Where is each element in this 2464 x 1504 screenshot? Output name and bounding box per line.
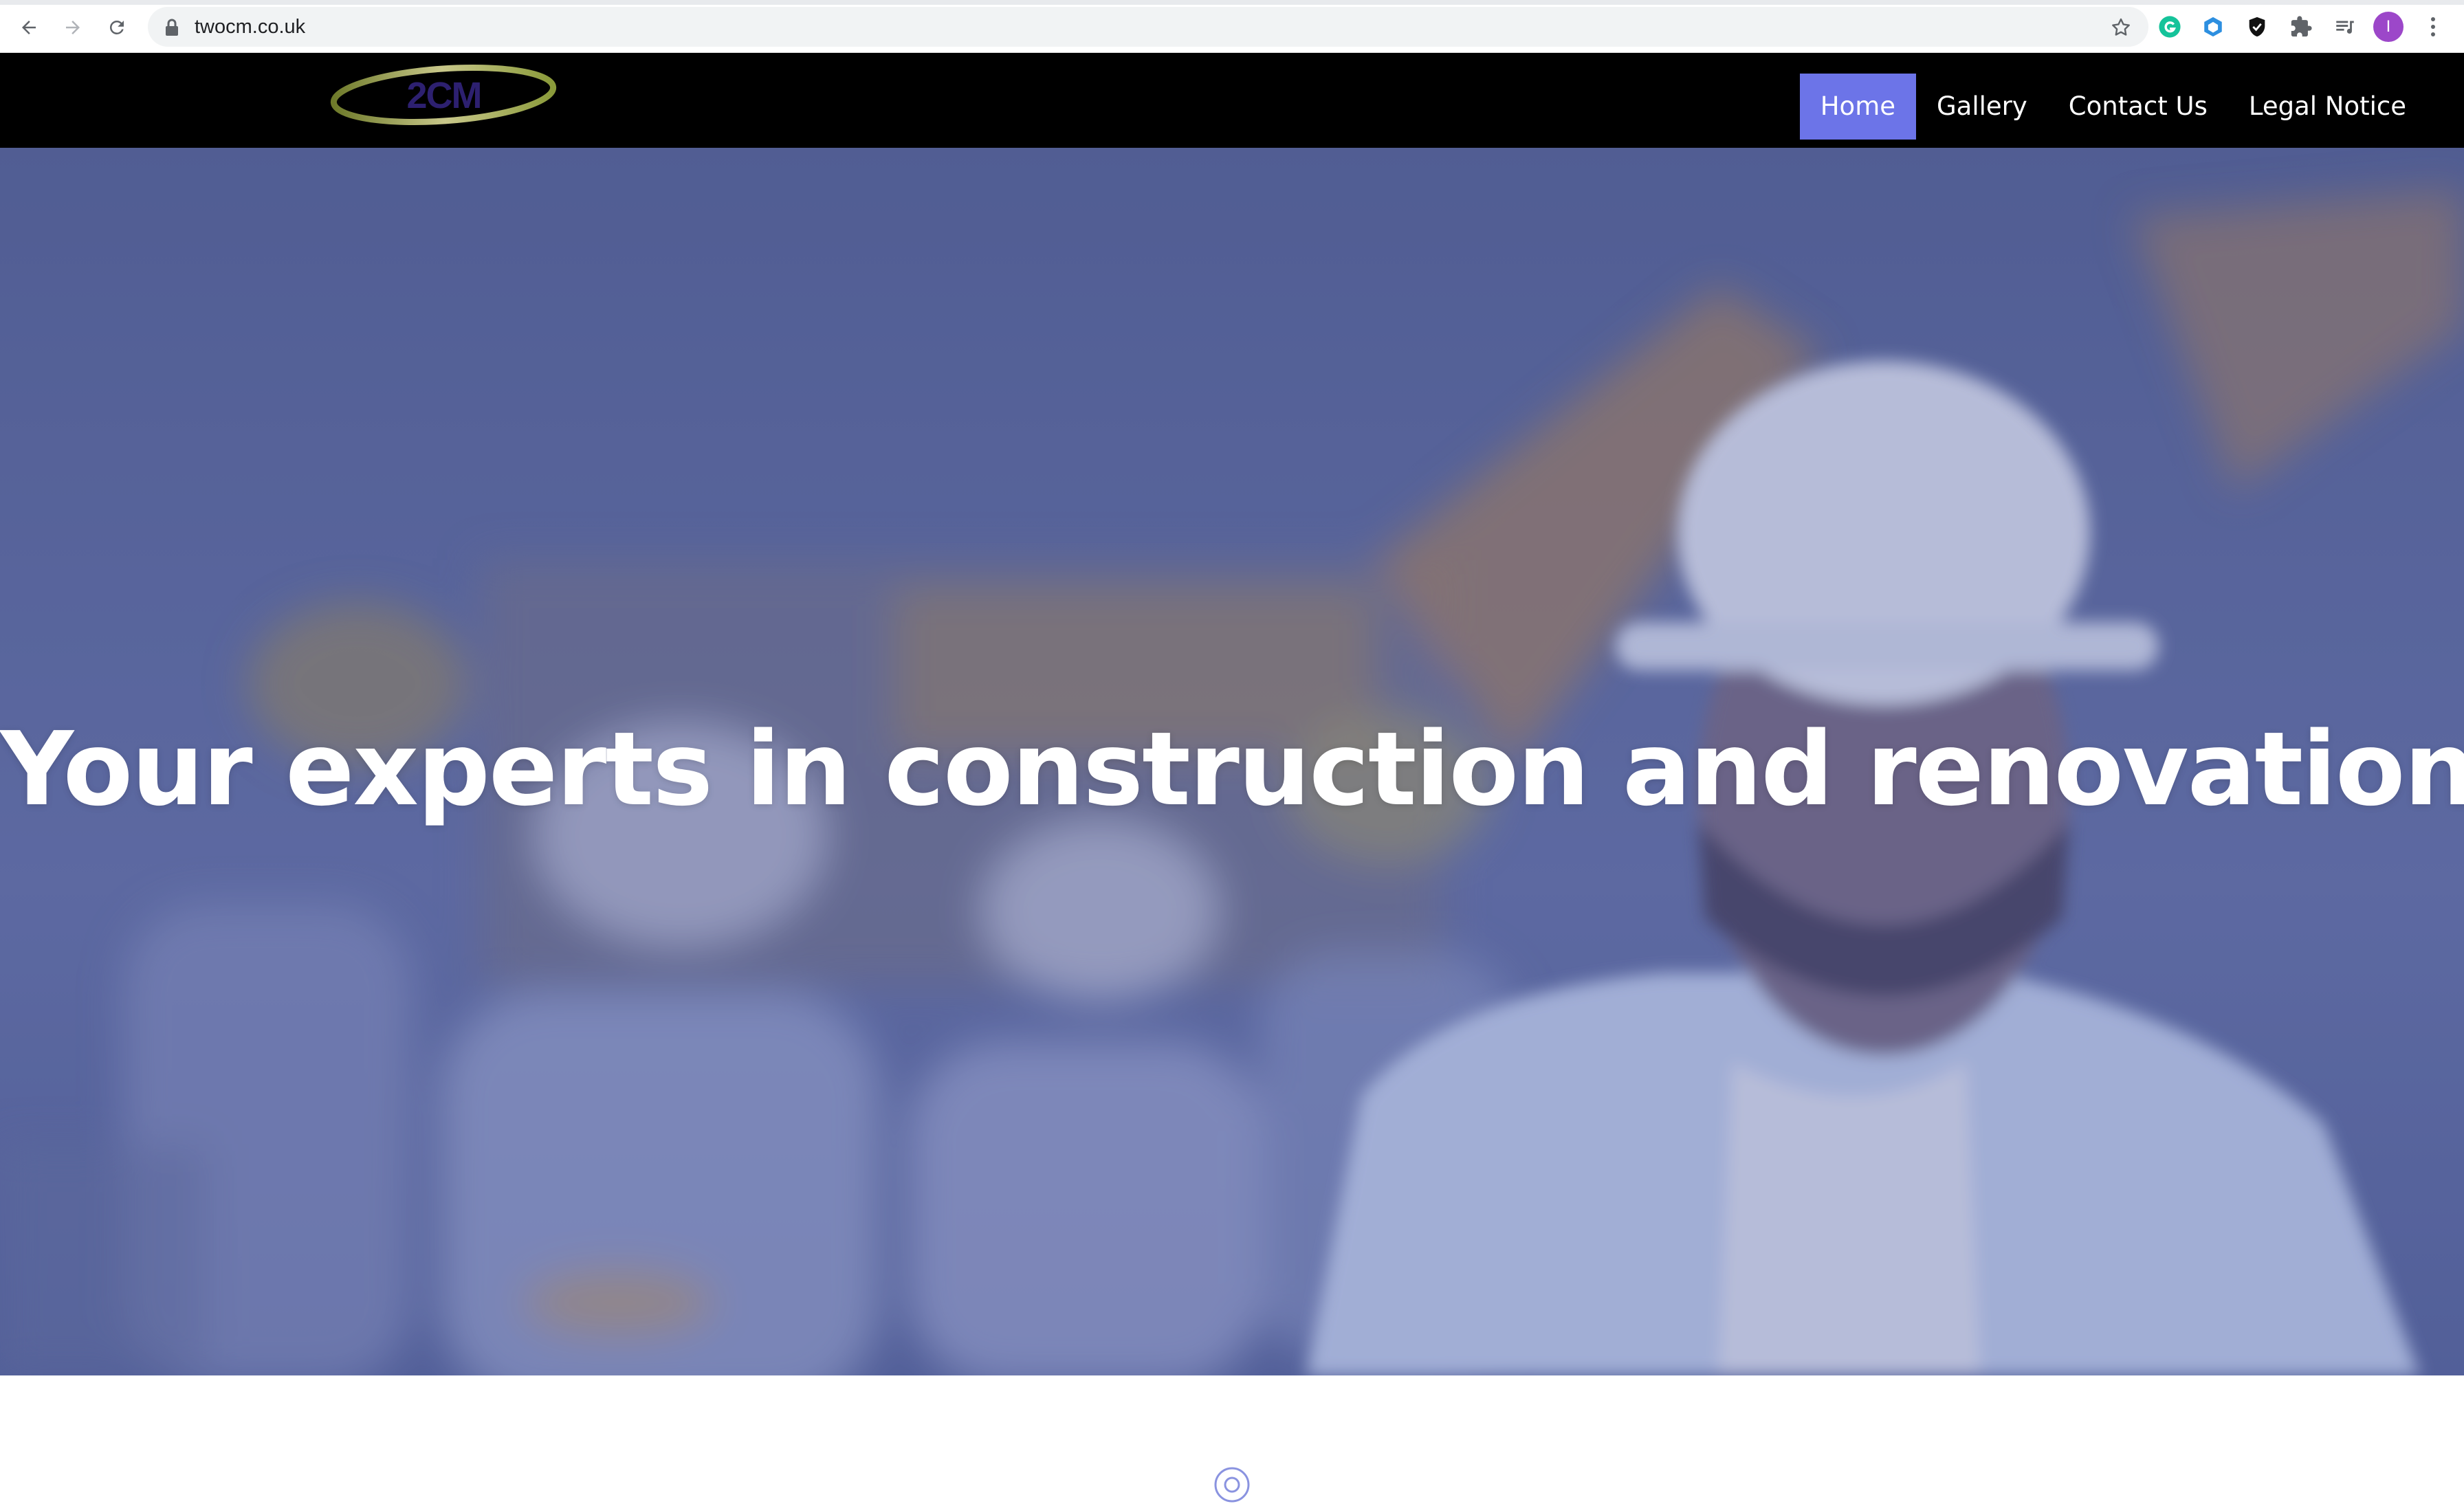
forward-arrow-icon [66, 21, 80, 34]
kebab-menu-icon[interactable] [2423, 12, 2443, 41]
shield-extension[interactable] [2244, 14, 2270, 40]
cube-extension[interactable] [2200, 14, 2226, 40]
site-logo[interactable]: 2CM [329, 62, 559, 131]
back-arrow-icon [22, 21, 36, 34]
lock-icon [166, 19, 178, 36]
tab-strip-edge [0, 0, 2464, 5]
url-text[interactable]: twocm.co.uk [195, 7, 305, 47]
playlist-icon [2336, 21, 2354, 34]
hero-title: Your experts in construction and renovat… [0, 710, 2464, 828]
profile-avatar[interactable]: I [2373, 12, 2404, 42]
nav-gallery[interactable]: Gallery [1916, 74, 2048, 140]
reload-button[interactable] [103, 14, 131, 41]
browser-toolbar: twocm.co.uk I [0, 0, 2464, 53]
address-bar[interactable]: twocm.co.uk [148, 7, 2148, 47]
puzzle-icon [2291, 16, 2312, 37]
scroll-down-icon[interactable] [1213, 1466, 1251, 1504]
grammarly-icon [2159, 16, 2181, 38]
forward-button[interactable] [59, 14, 87, 41]
back-button[interactable] [15, 14, 43, 41]
shield-icon [2249, 16, 2265, 37]
reading-list-button[interactable] [2332, 14, 2358, 40]
grammarly-extension[interactable] [2157, 14, 2183, 40]
extension-cube-icon [2204, 16, 2222, 37]
site-header: 2CM Home Gallery Contact Us Legal Notice [0, 53, 2464, 148]
nav-contact-us[interactable]: Contact Us [2048, 74, 2228, 140]
extensions-button[interactable] [2288, 14, 2314, 40]
nav-home[interactable]: Home [1799, 74, 1916, 140]
logo-text: 2CM [406, 75, 482, 116]
nav-legal-notice[interactable]: Legal Notice [2228, 74, 2427, 140]
main-navigation: Home Gallery Contact Us Legal Notice [1799, 74, 2464, 140]
reload-icon [109, 20, 124, 34]
star-icon[interactable] [2110, 16, 2132, 38]
hero-section: Your experts in construction and renovat… [0, 148, 2464, 1375]
